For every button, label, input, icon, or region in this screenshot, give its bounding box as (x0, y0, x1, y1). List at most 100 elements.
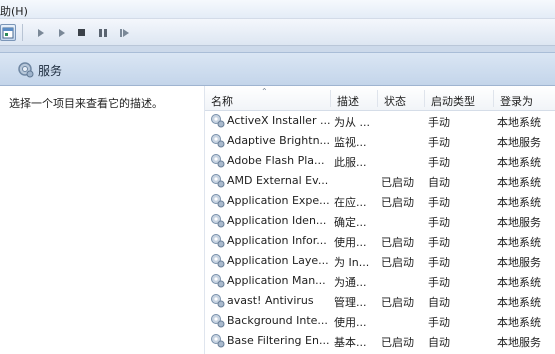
service-status: 已启动 (381, 336, 414, 349)
service-description: 确定... (334, 216, 367, 229)
service-description: 为从 ... (334, 116, 370, 129)
service-logon-as: 本地系统 (497, 176, 541, 189)
service-logon-as: 本地系统 (497, 276, 541, 289)
service-startup-type: 手动 (428, 256, 450, 269)
service-startup-type: 手动 (428, 136, 450, 149)
pause-icon[interactable] (95, 25, 110, 40)
service-description: 此服... (334, 156, 367, 169)
service-gear-icon (211, 134, 225, 148)
service-name: Adaptive Brightn... (227, 134, 331, 147)
service-logon-as: 本地服务 (497, 256, 541, 269)
service-name: avast! Antivirus (227, 294, 314, 307)
service-status: 已启动 (381, 176, 414, 189)
service-startup-type: 手动 (428, 236, 450, 249)
service-name: Adobe Flash Pla... (227, 154, 325, 167)
column-name-label: 名称 (211, 95, 233, 108)
table-row[interactable]: avast! Antivirus 管理... 已启动 自动 本地系统 (205, 291, 555, 311)
table-row[interactable]: Application Infor... 使用... 已启动 手动 本地系统 (205, 231, 555, 251)
service-description: 为通... (334, 276, 367, 289)
table-row[interactable]: Base Filtering En... 基本... 已启动 自动 本地服务 (205, 331, 555, 351)
service-startup-type: 手动 (428, 116, 450, 129)
service-gear-icon (211, 254, 225, 268)
service-name: Background Inte... (227, 314, 328, 327)
start-icon[interactable] (33, 25, 48, 40)
column-status-label: 状态 (384, 95, 406, 108)
column-startup-type-label: 启动类型 (431, 95, 475, 108)
service-startup-type: 手动 (428, 276, 450, 289)
service-logon-as: 本地服务 (497, 336, 541, 349)
table-row[interactable]: Adaptive Brightn... 监视... 手动 本地服务 (205, 131, 555, 151)
service-name: AMD External Ev... (227, 174, 329, 187)
service-name: Application Infor... (227, 234, 327, 247)
service-startup-type: 自动 (428, 296, 450, 309)
service-name: Application Iden... (227, 214, 327, 227)
table-row[interactable]: Application Iden... 确定... 手动 本地服务 (205, 211, 555, 231)
menu-bar: 助(H) (0, 0, 555, 19)
table-row[interactable]: AMD External Ev... 已启动 自动 本地系统 (205, 171, 555, 191)
service-gear-icon (211, 234, 225, 248)
service-logon-as: 本地系统 (497, 196, 541, 209)
service-logon-as: 本地服务 (497, 136, 541, 149)
services-list: 名称 ⌃ 描述 状态 启动类型 登录为 ActiveX Installer ..… (205, 86, 555, 354)
service-name: Application Laye... (227, 254, 329, 267)
start-alt-icon[interactable] (54, 25, 69, 40)
service-name: Application Expe... (227, 194, 330, 207)
service-name: ActiveX Installer ... (227, 114, 331, 127)
page-title: 服务 (38, 64, 63, 78)
service-gear-icon (211, 154, 225, 168)
service-status: 已启动 (381, 196, 414, 209)
service-startup-type: 手动 (428, 216, 450, 229)
column-header-status[interactable]: 状态 (378, 86, 425, 111)
service-startup-type: 手动 (428, 156, 450, 169)
service-startup-type: 手动 (428, 316, 450, 329)
table-row[interactable]: ActiveX Installer ... 为从 ... 手动 本地系统 (205, 111, 555, 131)
column-header-description[interactable]: 描述 (331, 86, 378, 111)
column-header-logon-as[interactable]: 登录为 (494, 86, 555, 111)
sort-ascending-icon: ⌃ (261, 87, 268, 96)
restart-icon[interactable] (117, 25, 132, 40)
service-gear-icon (211, 294, 225, 308)
service-logon-as: 本地系统 (497, 116, 541, 129)
service-description: 使用... (334, 236, 367, 249)
table-row[interactable]: Background Inte... 使用... 手动 本地系统 (205, 311, 555, 331)
services-gear-icon (18, 62, 34, 78)
service-description: 管理... (334, 296, 367, 309)
table-row[interactable]: Application Man... 为通... 手动 本地系统 (205, 271, 555, 291)
service-status: 已启动 (381, 296, 414, 309)
service-description: 监视... (334, 136, 367, 149)
column-logon-as-label: 登录为 (500, 95, 533, 108)
service-name: Application Man... (227, 274, 326, 287)
service-gear-icon (211, 214, 225, 228)
table-row[interactable]: Adobe Flash Pla... 此服... 手动 本地系统 (205, 151, 555, 171)
service-description: 基本... (334, 336, 367, 349)
service-status: 已启动 (381, 236, 414, 249)
service-description: 为 In... (334, 256, 370, 269)
description-prompt: 选择一个项目来查看它的描述。 (9, 97, 163, 110)
console-tree-icon[interactable] (0, 24, 16, 41)
toolbar (0, 19, 555, 46)
table-row[interactable]: Application Expe... 在应... 已启动 手动 本地系统 (205, 191, 555, 211)
service-gear-icon (211, 174, 225, 188)
service-gear-icon (211, 334, 225, 348)
service-startup-type: 自动 (428, 336, 450, 349)
menu-help[interactable]: 助(H) (0, 3, 28, 19)
column-header-startup-type[interactable]: 启动类型 (425, 86, 494, 111)
service-logon-as: 本地系统 (497, 156, 541, 169)
service-status: 已启动 (381, 256, 414, 269)
service-gear-icon (211, 114, 225, 128)
service-description: 使用... (334, 316, 367, 329)
description-pane: 选择一个项目来查看它的描述。 (0, 86, 205, 354)
service-logon-as: 本地系统 (497, 236, 541, 249)
service-description: 在应... (334, 196, 367, 209)
service-gear-icon (211, 314, 225, 328)
stop-icon[interactable] (74, 25, 89, 40)
table-row[interactable]: Application Laye... 为 In... 已启动 手动 本地服务 (205, 251, 555, 271)
services-header: 服务 (0, 52, 555, 86)
column-header-name[interactable]: 名称 ⌃ (205, 86, 331, 111)
column-description-label: 描述 (337, 95, 359, 108)
service-startup-type: 手动 (428, 196, 450, 209)
service-logon-as: 本地系统 (497, 296, 541, 309)
service-logon-as: 本地服务 (497, 216, 541, 229)
service-logon-as: 本地系统 (497, 316, 541, 329)
toolbar-separator (22, 24, 23, 41)
